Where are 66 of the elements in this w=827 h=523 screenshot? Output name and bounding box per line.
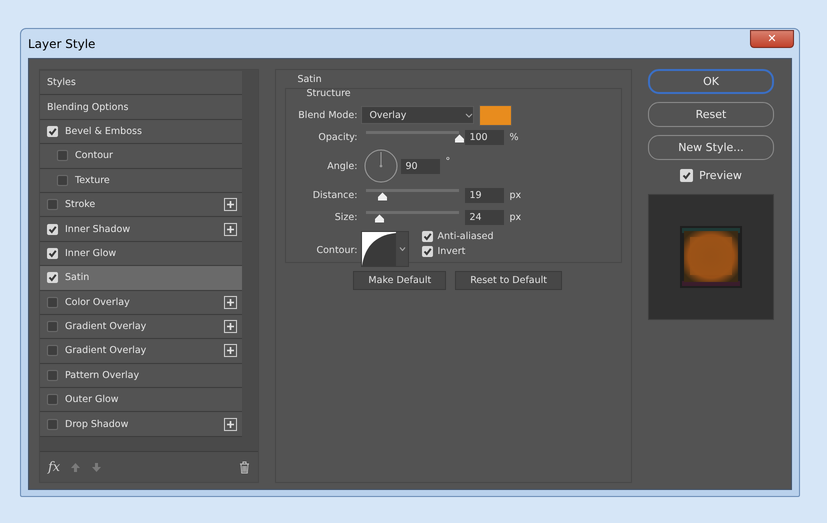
style-list-item[interactable]: Stroke xyxy=(40,192,242,218)
caret-icon xyxy=(465,112,474,118)
field-label: Angle: xyxy=(326,160,358,172)
checkbox[interactable] xyxy=(47,394,58,406)
checkbox[interactable] xyxy=(47,370,58,381)
unit-label: px xyxy=(509,212,522,222)
dialog-button[interactable]: OK xyxy=(648,69,774,94)
style-list-item[interactable]: Inner Shadow xyxy=(40,217,242,242)
checkbox[interactable] xyxy=(57,150,68,162)
field-label: Distance: xyxy=(312,190,358,200)
add-icon[interactable] xyxy=(224,222,238,236)
angle-dial[interactable] xyxy=(364,149,398,183)
style-list-item[interactable]: Inner Glow xyxy=(40,242,242,266)
style-list-item[interactable]: Pattern Overlay xyxy=(40,364,242,388)
style-list-item[interactable]: Gradient Overlay xyxy=(40,339,242,364)
checkbox-label: Anti-aliased xyxy=(437,231,494,242)
checkbox[interactable] xyxy=(47,321,58,332)
checkbox[interactable] xyxy=(47,418,58,430)
style-list-item[interactable]: Drop Shadow xyxy=(40,412,242,437)
checkbox-label: Preview xyxy=(699,169,742,182)
window-title: Layer Style xyxy=(28,36,96,50)
contour-picker[interactable] xyxy=(361,231,410,267)
style-list-item[interactable]: Outer Glow xyxy=(40,388,242,412)
style-list-item[interactable]: Color Overlay xyxy=(40,290,242,315)
style-list-item[interactable]: Texture xyxy=(40,168,242,193)
trash-icon[interactable] xyxy=(239,460,250,474)
unit-label: % xyxy=(509,132,518,142)
section-title: Satin xyxy=(296,74,323,86)
caret-icon xyxy=(398,247,406,251)
color-swatch[interactable] xyxy=(479,104,512,126)
close-button[interactable]: ✕ xyxy=(750,30,794,48)
unit-label: ° xyxy=(445,156,450,167)
style-list-item[interactable]: Styles xyxy=(40,71,242,96)
unit-label: px xyxy=(509,190,522,200)
fx-button[interactable]: fx xyxy=(48,460,60,474)
checkbox[interactable] xyxy=(47,296,58,308)
add-icon[interactable] xyxy=(224,418,238,431)
dialog-button[interactable]: New Style... xyxy=(648,135,774,160)
size-field[interactable]: 24 xyxy=(465,210,504,224)
field-label: Contour: xyxy=(315,245,358,256)
group-title: Structure xyxy=(305,88,352,100)
style-list-item[interactable]: Blending Options xyxy=(40,95,242,120)
style-preview-drawing xyxy=(680,226,742,288)
action-button[interactable]: Make Default xyxy=(353,271,446,290)
style-list-item[interactable]: Satin xyxy=(40,266,242,291)
blend-mode-dropdown[interactable]: Overlay xyxy=(361,106,474,124)
opacity-slider-thumb[interactable] xyxy=(454,134,466,142)
add-icon[interactable] xyxy=(224,296,238,309)
checkbox[interactable] xyxy=(47,199,58,210)
field-label: Size: xyxy=(334,212,358,222)
add-icon[interactable] xyxy=(224,198,238,212)
add-icon[interactable] xyxy=(224,320,238,334)
style-list-item[interactable]: Gradient Overlay xyxy=(40,314,242,340)
style-list-item[interactable]: Contour xyxy=(40,144,242,169)
dialog-button[interactable]: Reset xyxy=(648,102,774,127)
opacity-field[interactable]: 100 xyxy=(465,130,504,144)
field-label: Opacity: xyxy=(317,132,358,142)
action-button[interactable]: Reset to Default xyxy=(455,271,562,290)
distance-field[interactable]: 19 xyxy=(465,188,504,202)
style-list-item[interactable]: Bevel & Emboss xyxy=(40,120,242,144)
checkbox[interactable] xyxy=(47,345,58,356)
field-label: Blend Mode: xyxy=(297,110,358,120)
angle-field[interactable]: 90 xyxy=(401,158,440,174)
checkbox-label: Invert xyxy=(437,246,466,257)
add-icon[interactable] xyxy=(224,344,238,358)
checkbox[interactable] xyxy=(57,174,68,186)
